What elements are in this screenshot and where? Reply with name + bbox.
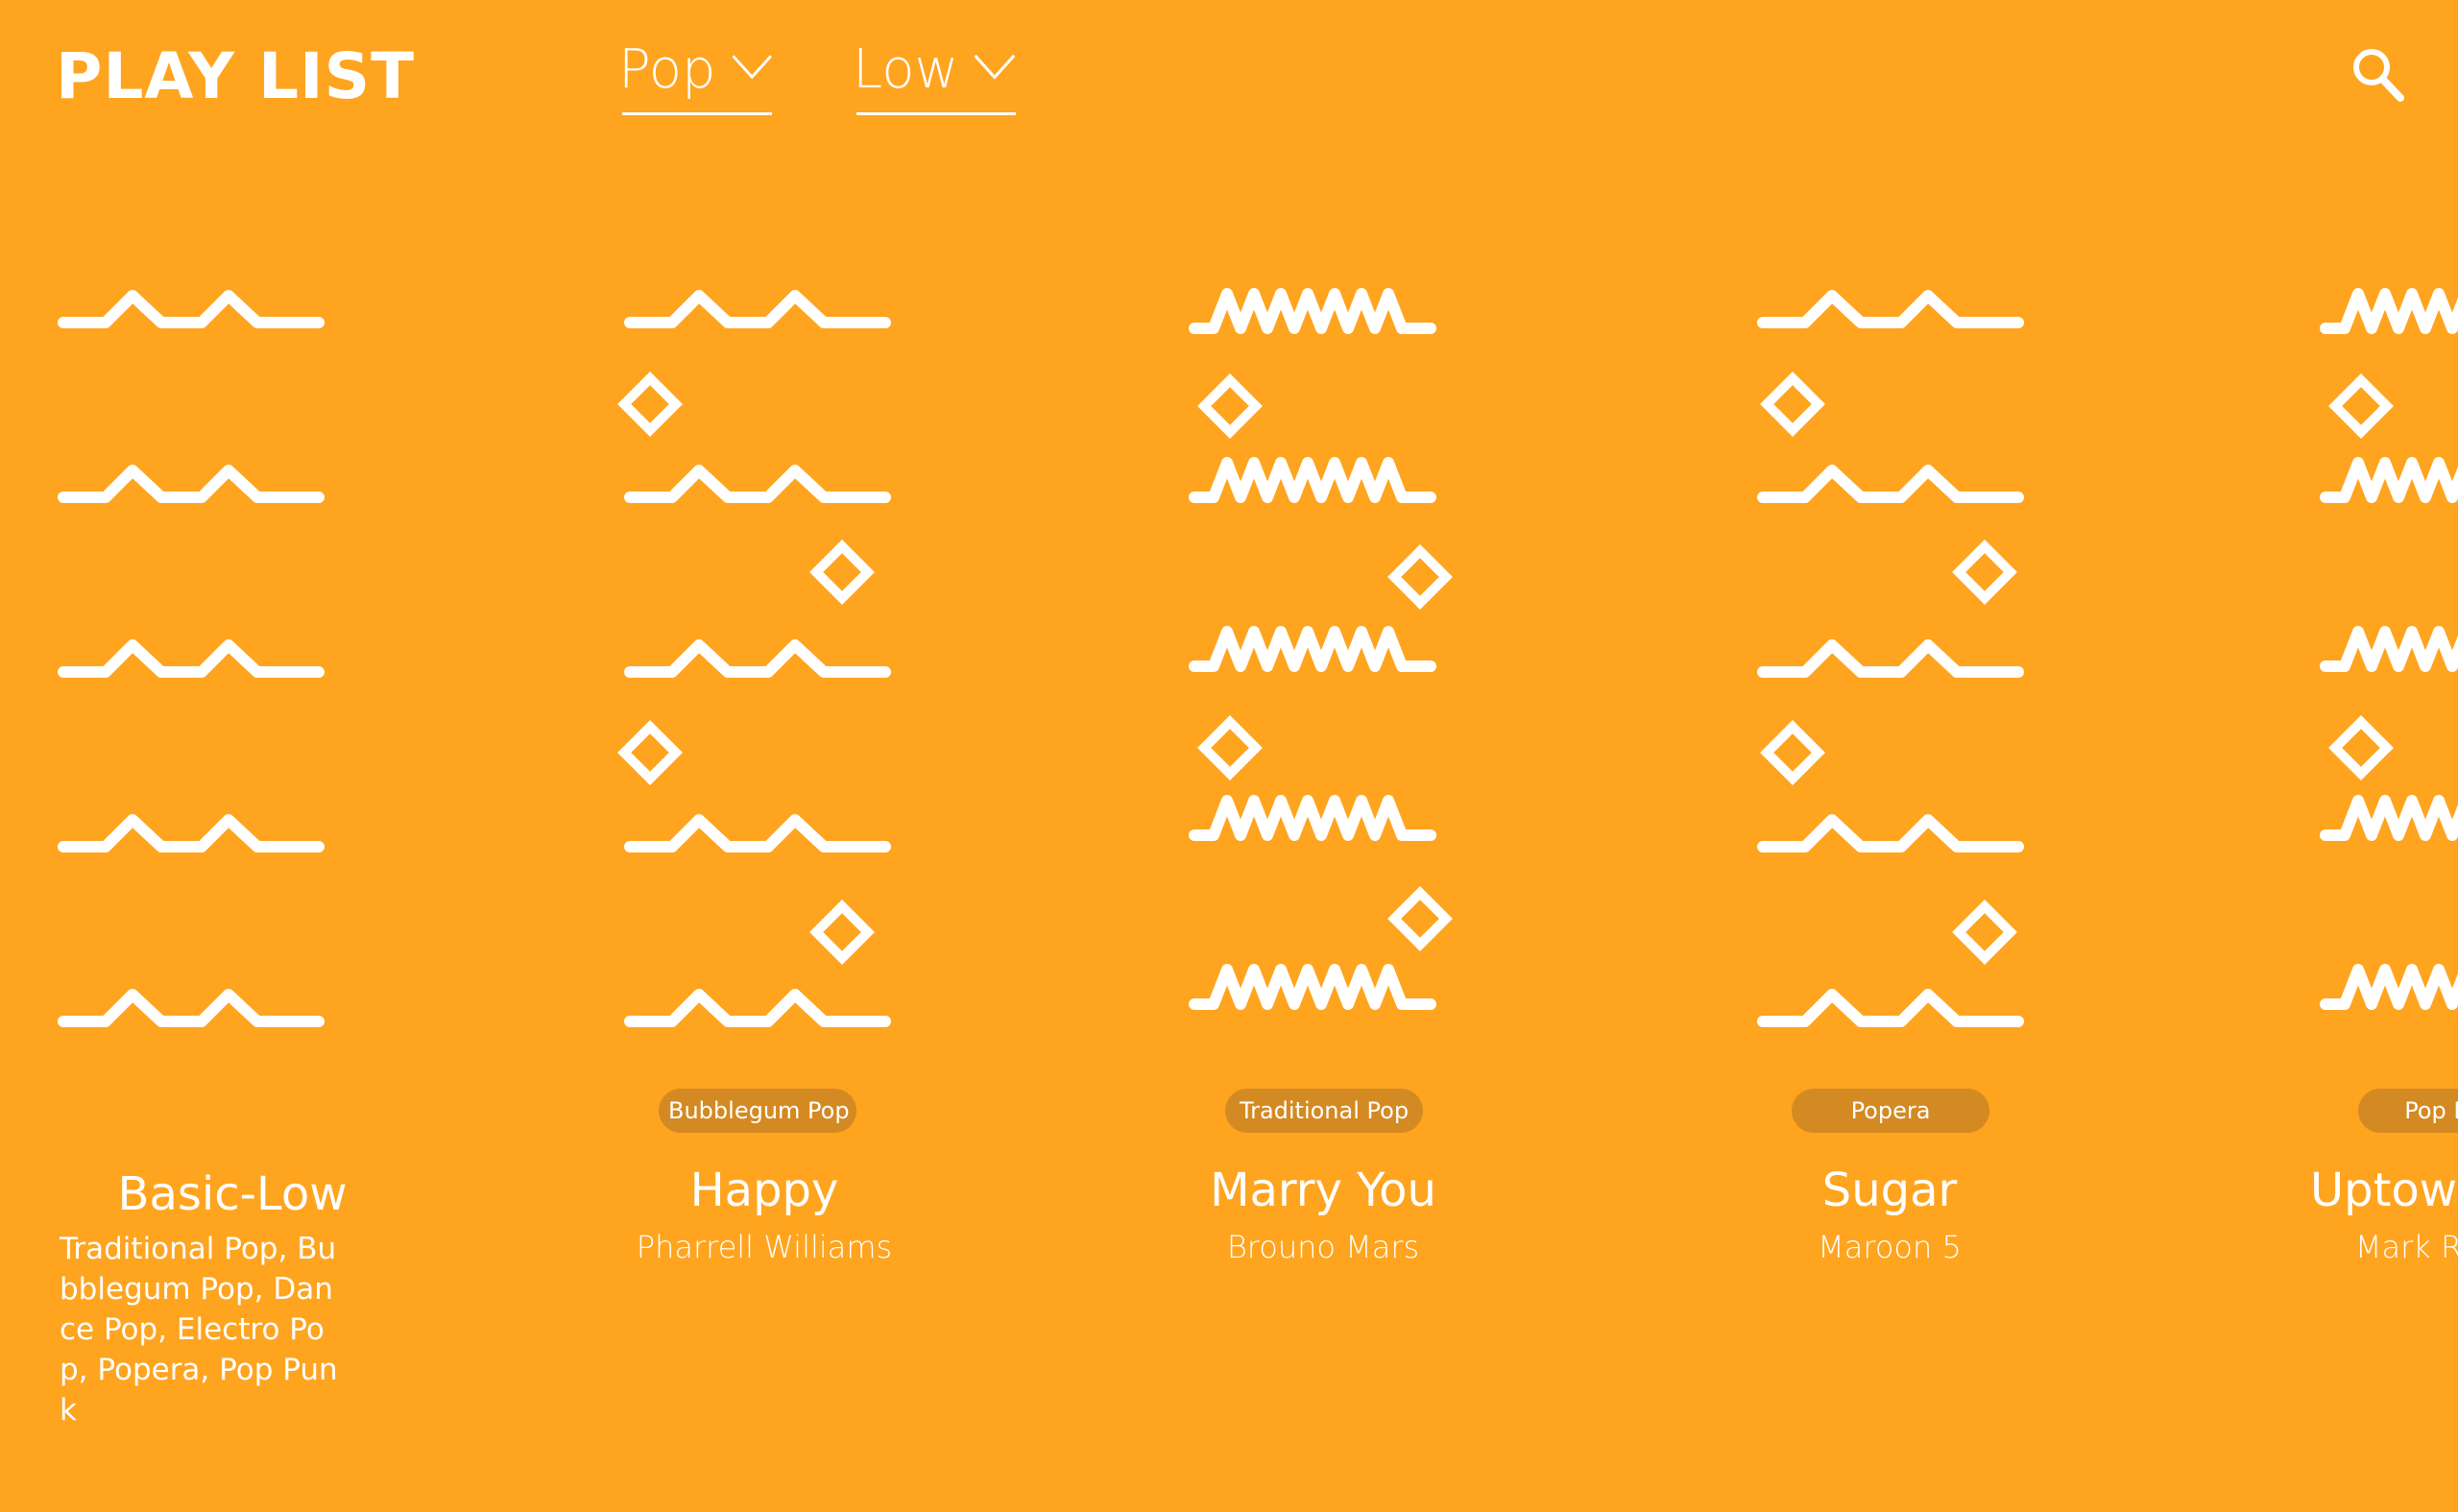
zigzag-diamond-pattern xyxy=(2320,288,2458,1010)
zigzag-diamond-pattern xyxy=(1189,288,1453,1010)
playlist-title: Marry You xyxy=(1210,1164,1436,1217)
genre-badge: Popera xyxy=(1792,1089,1989,1133)
playlist-artist: Maroon 5 xyxy=(1818,1229,1962,1265)
playlist-card[interactable]: Popera Sugar Maroon 5 xyxy=(1744,0,2032,1512)
playlist-artist: Pharrell Williams xyxy=(636,1229,893,1265)
app-root: PLAY LIST Pop Low Basic-Low Traditional … xyxy=(0,0,2458,1512)
playlist-card[interactable]: Pop Punk Uptown Funk Mark Ronson xyxy=(2310,0,2458,1512)
wave-diamond-pattern xyxy=(1757,290,2024,1027)
genre-badge: Traditional Pop xyxy=(1225,1089,1423,1133)
genre-badge: Bubblegum Pop xyxy=(659,1089,856,1133)
playlist-title: Sugar xyxy=(1821,1164,1958,1217)
playlist-artist: Brouno Mars xyxy=(1226,1229,1420,1265)
playlist-title: Happy xyxy=(689,1164,839,1217)
playlist-title: Uptown Funk xyxy=(2310,1164,2458,1217)
genre-badge: Pop Punk xyxy=(2358,1089,2458,1133)
playlist-description: Traditional Pop, Bubblegum Pop, Dance Po… xyxy=(60,1232,338,1428)
playlist-card[interactable]: Traditional Pop Marry You Brouno Mars xyxy=(1179,0,1467,1512)
playlist-card[interactable]: Bubblegum Pop Happy Pharrell Williams xyxy=(611,0,899,1512)
playlist-title: Basic-Low xyxy=(117,1167,348,1221)
gentle-wave-pattern xyxy=(58,290,325,1027)
chevron-down-icon xyxy=(974,54,1016,80)
playlist-artist: Mark Ronson xyxy=(2354,1229,2458,1265)
wave-diamond-pattern xyxy=(617,290,891,1027)
playlist-card[interactable]: Basic-Low Traditional Pop, Bubblegum Pop… xyxy=(44,0,347,1512)
